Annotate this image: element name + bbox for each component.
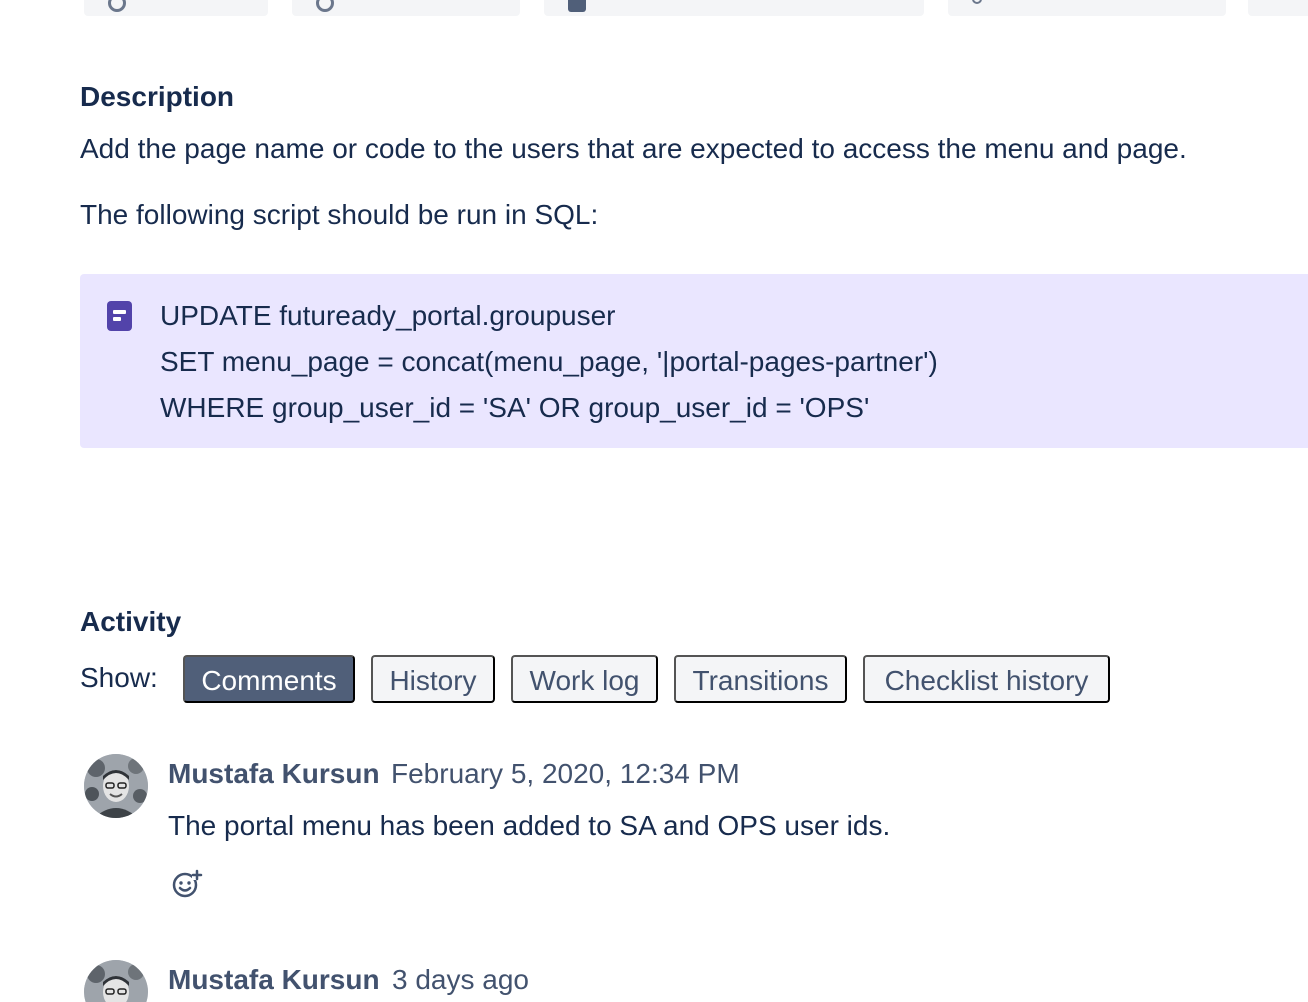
comment-body: The portal menu has been added to SA and… — [168, 810, 891, 841]
filter-comments-button[interactable]: Comments — [183, 655, 355, 703]
issue-detail-page: Description Add the page name or code to… — [0, 0, 1308, 1002]
note-icon — [107, 301, 132, 331]
comment-author[interactable]: Mustafa Kursun — [168, 964, 380, 996]
code-line: UPDATE futuready_portal.groupuser — [160, 300, 616, 331]
add-reaction-button[interactable] — [168, 866, 204, 902]
toolbar-icon — [972, 0, 982, 4]
comment-timestamp[interactable]: 3 days ago — [392, 964, 529, 996]
comment-author[interactable]: Mustafa Kursun — [168, 758, 380, 790]
filter-history-button[interactable]: History — [371, 655, 495, 703]
filter-work-log-button[interactable]: Work log — [511, 655, 658, 703]
description-paragraph: The following script should be run in SQ… — [80, 199, 599, 230]
show-label: Show: — [80, 662, 158, 693]
avatar[interactable] — [84, 960, 148, 1002]
activity-heading: Activity — [80, 606, 182, 637]
toolbar-button[interactable] — [948, 0, 1226, 16]
filter-checklist-history-button[interactable]: Checklist history — [863, 655, 1110, 703]
toolbar-icon — [108, 0, 126, 12]
toolbar-button[interactable] — [84, 0, 268, 16]
toolbar-button[interactable] — [292, 0, 520, 16]
toolbar-button[interactable] — [544, 0, 924, 16]
avatar[interactable] — [84, 754, 148, 818]
toolbar-button[interactable] — [1248, 0, 1308, 16]
avatar-image — [84, 960, 148, 1002]
add-reaction-icon — [172, 869, 203, 898]
comment-timestamp[interactable]: February 5, 2020, 12:34 PM — [391, 758, 740, 790]
description-heading: Description — [80, 81, 235, 112]
code-line: SET menu_page = concat(menu_page, '|port… — [160, 346, 938, 377]
code-line: WHERE group_user_id = 'SA' OR group_user… — [160, 392, 870, 423]
toolbar-icon — [316, 0, 334, 12]
description-paragraph: Add the page name or code to the users t… — [80, 133, 1187, 164]
avatar-image — [84, 754, 148, 818]
note-panel: UPDATE futuready_portal.groupuser SET me… — [80, 274, 1308, 448]
top-toolbar — [0, 0, 1308, 16]
toolbar-icon — [568, 0, 586, 12]
filter-transitions-button[interactable]: Transitions — [674, 655, 847, 703]
